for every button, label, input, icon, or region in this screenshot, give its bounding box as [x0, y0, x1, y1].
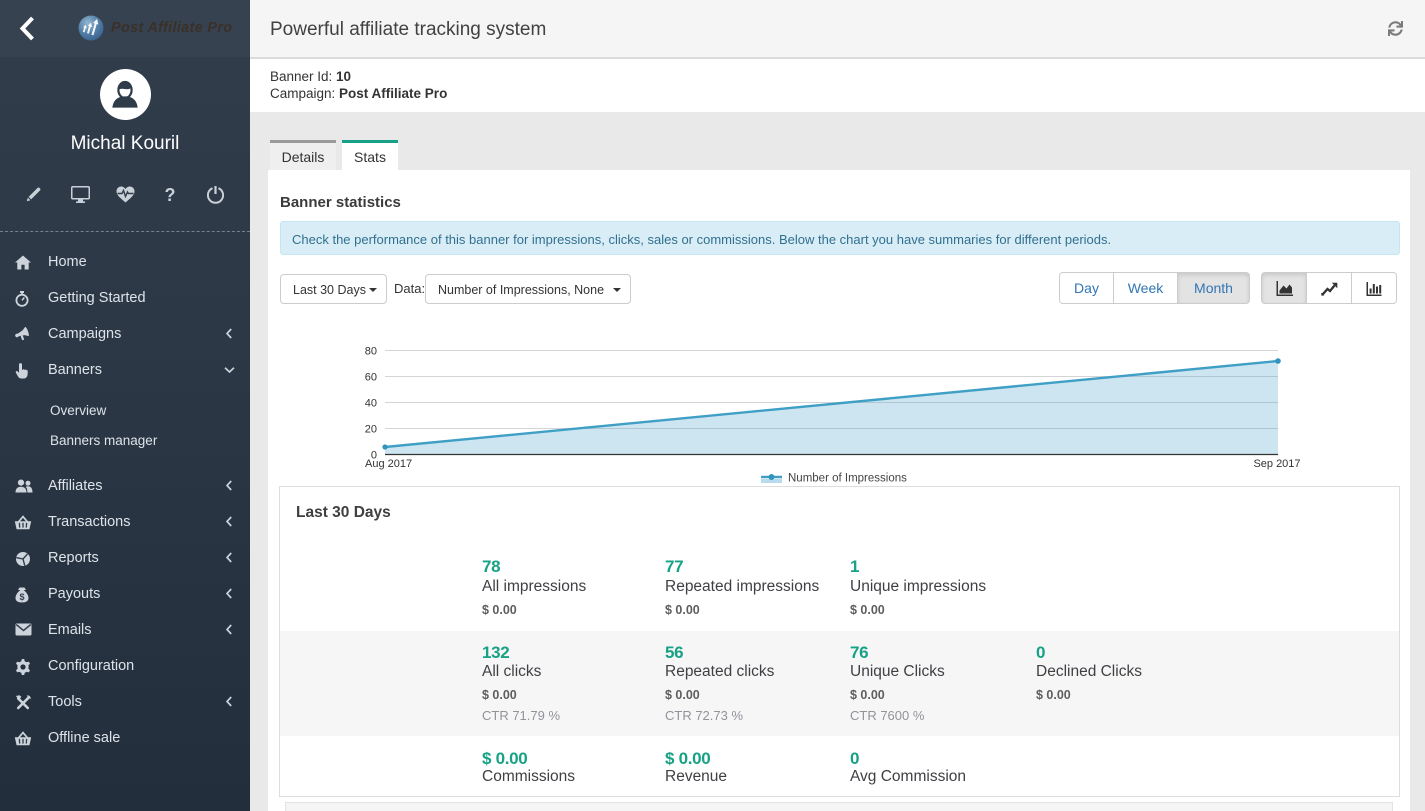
svg-text:20: 20: [365, 424, 377, 436]
svg-text:Number of Impressions: Number of Impressions: [788, 473, 907, 485]
svg-text:40: 40: [365, 398, 377, 410]
svg-text:60: 60: [365, 372, 377, 384]
svg-text:$: $: [19, 592, 24, 602]
svg-text:Sep 2017: Sep 2017: [1253, 458, 1300, 470]
svg-text:80: 80: [365, 346, 377, 358]
svg-text:?: ?: [165, 186, 176, 204]
svg-text:Aug 2017: Aug 2017: [365, 458, 412, 470]
